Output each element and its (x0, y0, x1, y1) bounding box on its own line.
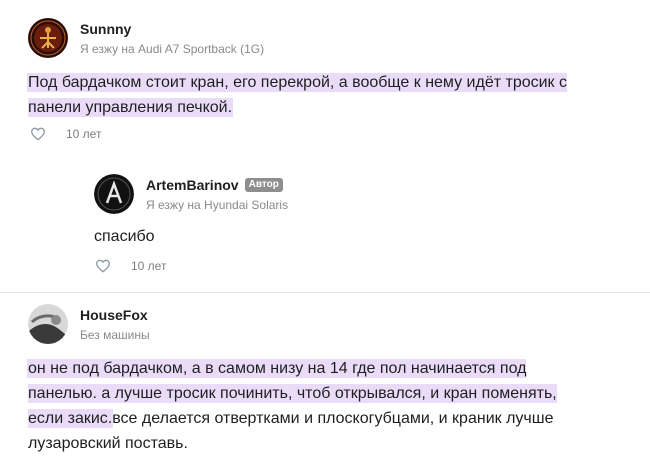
avatar[interactable] (28, 304, 68, 344)
author-car: Без машины (80, 328, 150, 342)
avatar[interactable] (94, 174, 134, 214)
avatar[interactable] (28, 18, 68, 58)
heart-outline-icon[interactable] (95, 258, 111, 274)
author-name[interactable]: Sunnny (80, 21, 131, 37)
author-car[interactable]: Я езжу на Audi A7 Sportback (1G) (80, 42, 264, 56)
comment-text: спасибо (94, 224, 155, 249)
comment-text: Под бардачком стоит кран, его перекрой, … (28, 70, 613, 120)
comment-text: он не под бардачком, а в самом низу на 1… (28, 356, 593, 456)
comment-age: 10 лет (131, 259, 167, 273)
comment-text-rest: спасибо (94, 228, 155, 245)
author-name[interactable]: ArtemBarinov (146, 177, 239, 193)
author-badge: Автор (244, 178, 283, 192)
author-car[interactable]: Я езжу на Hyundai Solaris (146, 198, 288, 212)
highlighted-text: Под бардачком стоит кран, его перекрой, … (28, 74, 567, 116)
comment-divider (0, 292, 650, 293)
heart-outline-icon[interactable] (30, 126, 46, 142)
author-name[interactable]: HouseFox (80, 307, 148, 323)
comment-age: 10 лет (66, 127, 102, 141)
